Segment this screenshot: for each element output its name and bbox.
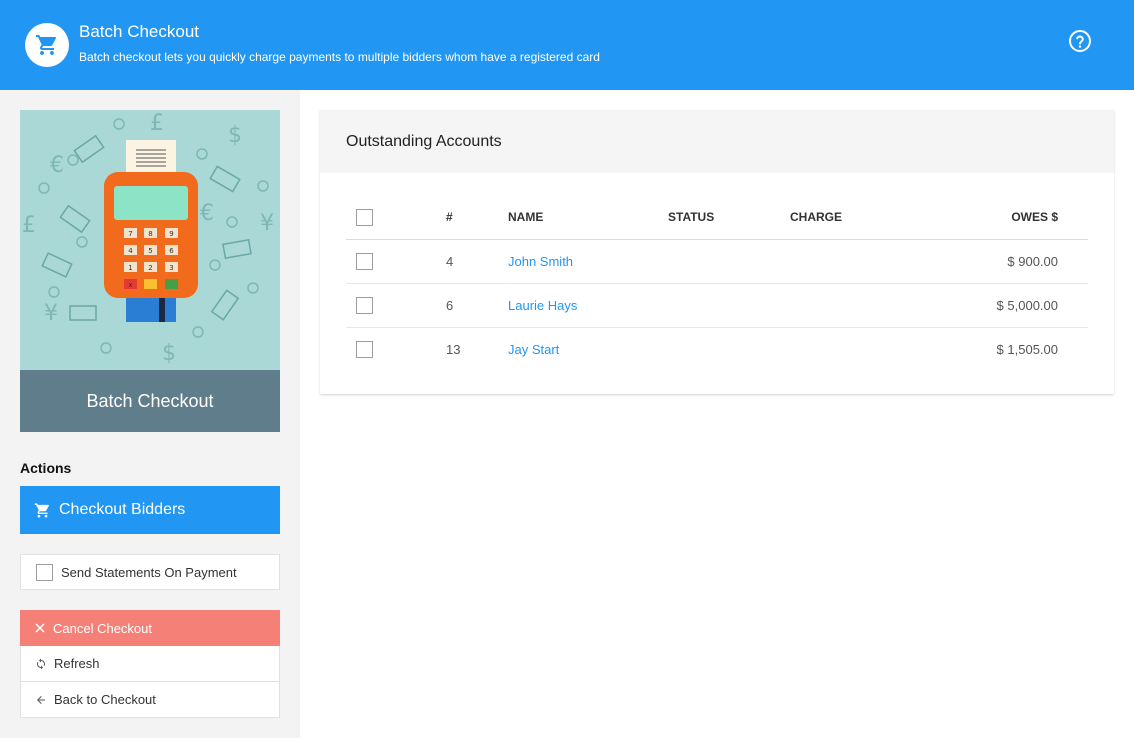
column-header-name[interactable]: NAME <box>508 196 668 240</box>
back-to-checkout-button[interactable]: Back to Checkout <box>20 682 280 718</box>
page-title: Batch Checkout <box>79 22 200 41</box>
send-statements-checkbox[interactable] <box>36 563 53 581</box>
svg-text:8: 8 <box>148 230 152 238</box>
refresh-button[interactable]: Refresh <box>20 646 280 682</box>
row-checkbox[interactable] <box>356 340 373 358</box>
bidder-name-link[interactable]: Jay Start <box>508 342 559 357</box>
row-select-cell <box>346 327 446 371</box>
owes-amount: $ 900.00 <box>910 239 1088 284</box>
bidder-number: 4 <box>446 239 508 284</box>
bidder-number: 13 <box>446 341 461 357</box>
refresh-icon <box>35 658 47 670</box>
svg-text:4: 4 <box>128 247 133 255</box>
table-row: 6 Laurie Hays $ 5,000.00 <box>346 283 1088 328</box>
svg-text:€: € <box>50 153 64 178</box>
svg-text:$: $ <box>162 341 176 366</box>
svg-text:2: 2 <box>148 264 152 272</box>
checkout-bidders-label: Checkout Bidders <box>59 501 186 518</box>
actions-heading: Actions <box>20 460 72 476</box>
charge-cell <box>790 283 910 328</box>
promo-card: £ $ € € ¥ £ ¥ $ 7 8 9 4 5 6 1 2 3 x Batc… <box>20 110 280 432</box>
card-title: Outstanding Accounts <box>320 110 1114 173</box>
charge-cell <box>790 327 910 371</box>
cancel-checkout-button[interactable]: Cancel Checkout <box>20 610 280 646</box>
promo-caption: Batch Checkout <box>20 370 280 432</box>
table-row: 13 Jay Start $ 1,505.00 <box>346 327 1088 371</box>
action-menu: Cancel Checkout Refresh Back to Checkout <box>20 610 280 718</box>
table-header-row: # NAME STATUS CHARGE OWES $ <box>346 196 1088 240</box>
svg-text:¥: ¥ <box>44 301 58 326</box>
svg-text:¥: ¥ <box>260 211 274 236</box>
bidder-number: 6 <box>446 283 508 328</box>
svg-text:9: 9 <box>169 230 173 238</box>
svg-text:5: 5 <box>148 247 152 255</box>
bidder-name-link[interactable]: John Smith <box>508 254 573 269</box>
column-header-charge[interactable]: CHARGE <box>790 196 910 240</box>
select-all-checkbox[interactable] <box>356 208 373 226</box>
status-cell <box>668 327 790 371</box>
bidder-name-link[interactable]: Laurie Hays <box>508 298 577 313</box>
status-cell <box>668 239 790 284</box>
svg-text:7: 7 <box>128 230 132 238</box>
sidebar: £ $ € € ¥ £ ¥ $ 7 8 9 4 5 6 1 2 3 x Batc… <box>0 90 300 738</box>
column-header-owes[interactable]: OWES $ <box>910 196 1088 240</box>
svg-text:6: 6 <box>169 247 174 255</box>
owes-amount: $ 1,505.00 <box>996 341 1058 357</box>
svg-text:£: £ <box>22 213 36 238</box>
svg-text:€: € <box>200 201 214 226</box>
outstanding-accounts-card: Outstanding Accounts # NAME STATUS CHARG… <box>320 110 1114 394</box>
app-header: Batch Checkout Batch checkout lets you q… <box>0 0 1134 90</box>
back-to-checkout-label: Back to Checkout <box>54 692 156 707</box>
select-all-cell <box>346 196 446 240</box>
owes-amount: $ 5,000.00 <box>910 283 1088 328</box>
bidder-name-cell: Jay Start <box>508 327 668 371</box>
accounts-table: # NAME STATUS CHARGE OWES $ 4 John Smith… <box>346 196 1088 371</box>
checkout-bidders-button[interactable]: Checkout Bidders <box>20 486 280 534</box>
help-circle-icon[interactable] <box>1068 29 1092 53</box>
bidder-name-cell: John Smith <box>508 239 668 284</box>
cart-icon <box>25 23 69 67</box>
column-header-status[interactable]: STATUS <box>668 196 790 240</box>
svg-text:£: £ <box>150 111 164 136</box>
charge-cell <box>790 239 910 284</box>
arrow-left-icon <box>35 694 47 706</box>
svg-text:1: 1 <box>128 264 132 272</box>
refresh-label: Refresh <box>54 656 100 671</box>
status-cell <box>668 283 790 328</box>
row-select-cell <box>346 283 446 328</box>
cart-icon <box>34 502 51 519</box>
svg-text:3: 3 <box>169 264 173 272</box>
payment-terminal-illustration: £ $ € € ¥ £ ¥ $ 7 8 9 4 5 6 1 2 3 x <box>20 110 280 370</box>
row-select-cell <box>346 239 446 284</box>
cancel-checkout-label: Cancel Checkout <box>53 620 152 636</box>
send-statements-label: Send Statements On Payment <box>61 564 237 580</box>
column-header-num: # <box>446 196 508 240</box>
send-statements-toggle[interactable]: Send Statements On Payment <box>20 554 280 590</box>
table-row: 4 John Smith $ 900.00 <box>346 239 1088 284</box>
row-checkbox[interactable] <box>356 296 373 314</box>
bidder-name-cell: Laurie Hays <box>508 283 668 328</box>
svg-text:$: $ <box>228 123 242 148</box>
page-subtitle: Batch checkout lets you quickly charge p… <box>79 50 600 64</box>
row-checkbox[interactable] <box>356 252 373 270</box>
close-icon <box>34 623 46 633</box>
svg-text:x: x <box>128 281 132 289</box>
